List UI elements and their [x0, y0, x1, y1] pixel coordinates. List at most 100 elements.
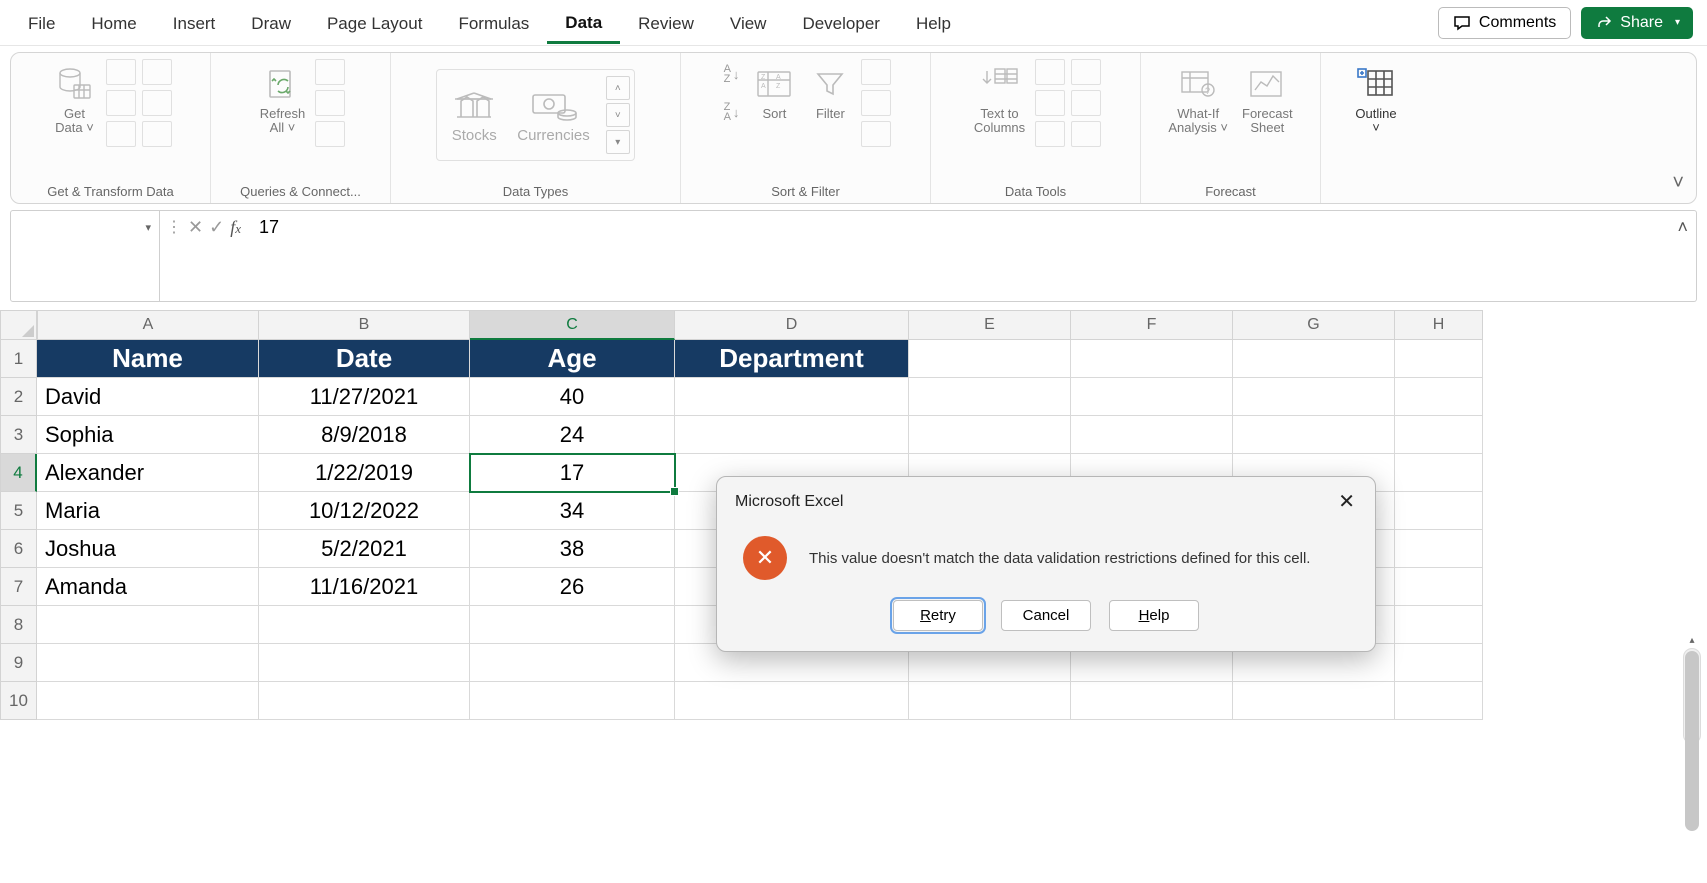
- cell-F2[interactable]: [1071, 378, 1233, 416]
- row-header-2[interactable]: 2: [0, 378, 37, 416]
- tab-page-layout[interactable]: Page Layout: [309, 4, 440, 42]
- cell-D2[interactable]: [675, 378, 909, 416]
- cell-C4[interactable]: 17: [470, 454, 675, 492]
- cell-C3[interactable]: 24: [470, 416, 675, 454]
- tab-review[interactable]: Review: [620, 4, 712, 42]
- cell-G2[interactable]: [1233, 378, 1395, 416]
- tab-help[interactable]: Help: [898, 4, 969, 42]
- column-header-B[interactable]: B: [259, 310, 470, 340]
- cell-F3[interactable]: [1071, 416, 1233, 454]
- cell-H1[interactable]: [1395, 340, 1483, 378]
- fill-handle[interactable]: [670, 487, 679, 496]
- cell-C5[interactable]: 34: [470, 492, 675, 530]
- tab-data[interactable]: Data: [547, 3, 620, 44]
- cell-E10[interactable]: [909, 682, 1071, 720]
- tab-home[interactable]: Home: [73, 4, 154, 42]
- whatif-button[interactable]: ? What-If Analysis ˅: [1164, 59, 1232, 140]
- cancel-button[interactable]: Cancel: [1001, 600, 1091, 631]
- cell-C6[interactable]: 38: [470, 530, 675, 568]
- reapply-icon[interactable]: [861, 90, 891, 116]
- cell-C9[interactable]: [470, 644, 675, 682]
- scrollbar-thumb[interactable]: [1685, 651, 1699, 831]
- sort-asc-button[interactable]: AZ↓: [724, 65, 740, 85]
- existing-conn-icon[interactable]: [142, 121, 172, 147]
- vertical-scrollbar[interactable]: ▴: [1683, 648, 1701, 744]
- cell-C10[interactable]: [470, 682, 675, 720]
- cell-C7[interactable]: 26: [470, 568, 675, 606]
- dialog-close-button[interactable]: ✕: [1332, 487, 1361, 516]
- cell-A4[interactable]: Alexander: [37, 454, 259, 492]
- column-header-H[interactable]: H: [1395, 310, 1483, 340]
- cell-D3[interactable]: [675, 416, 909, 454]
- cell-B9[interactable]: [259, 644, 470, 682]
- outline-button[interactable]: Outline ˅: [1351, 59, 1401, 140]
- row-header-1[interactable]: 1: [0, 340, 37, 378]
- cell-G10[interactable]: [1233, 682, 1395, 720]
- formula-input[interactable]: 17 ˄: [247, 210, 1697, 302]
- cell-A5[interactable]: Maria: [37, 492, 259, 530]
- cell-A10[interactable]: [37, 682, 259, 720]
- sort-button[interactable]: ZAAZ Sort: [749, 59, 799, 125]
- cell-D1[interactable]: Department: [675, 340, 909, 378]
- properties-icon[interactable]: [315, 90, 345, 116]
- cell-F10[interactable]: [1071, 682, 1233, 720]
- from-text-icon[interactable]: [106, 59, 136, 85]
- comments-button[interactable]: Comments: [1438, 7, 1571, 39]
- cell-A3[interactable]: Sophia: [37, 416, 259, 454]
- cell-B4[interactable]: 1/22/2019: [259, 454, 470, 492]
- cell-H5[interactable]: [1395, 492, 1483, 530]
- cell-H7[interactable]: [1395, 568, 1483, 606]
- remove-dup-icon[interactable]: [1035, 90, 1065, 116]
- queries-conn-icon[interactable]: [315, 59, 345, 85]
- sort-desc-button[interactable]: ZA↓: [724, 103, 740, 123]
- edit-links-icon[interactable]: [315, 121, 345, 147]
- cell-F1[interactable]: [1071, 340, 1233, 378]
- tab-view[interactable]: View: [712, 4, 785, 42]
- from-picture-icon[interactable]: [142, 59, 172, 85]
- row-header-7[interactable]: 7: [0, 568, 37, 606]
- advanced-filter-icon[interactable]: [861, 121, 891, 147]
- consolidate-icon[interactable]: [1071, 59, 1101, 85]
- cell-B7[interactable]: 11/16/2021: [259, 568, 470, 606]
- cell-H3[interactable]: [1395, 416, 1483, 454]
- row-header-6[interactable]: 6: [0, 530, 37, 568]
- cell-A8[interactable]: [37, 606, 259, 644]
- cell-A7[interactable]: Amanda: [37, 568, 259, 606]
- share-button[interactable]: Share ▾: [1581, 7, 1693, 39]
- cell-B8[interactable]: [259, 606, 470, 644]
- from-table-icon[interactable]: [106, 121, 136, 147]
- cell-B2[interactable]: 11/27/2021: [259, 378, 470, 416]
- row-header-10[interactable]: 10: [0, 682, 37, 720]
- from-web-icon[interactable]: [106, 90, 136, 116]
- tab-insert[interactable]: Insert: [155, 4, 234, 42]
- cell-A1[interactable]: Name: [37, 340, 259, 378]
- fx-icon[interactable]: fx: [230, 217, 241, 238]
- row-header-9[interactable]: 9: [0, 644, 37, 682]
- cell-E1[interactable]: [909, 340, 1071, 378]
- cell-H9[interactable]: [1395, 644, 1483, 682]
- tab-draw[interactable]: Draw: [233, 4, 309, 42]
- tab-file[interactable]: File: [20, 4, 73, 42]
- filter-button[interactable]: Filter: [805, 59, 855, 125]
- cell-E2[interactable]: [909, 378, 1071, 416]
- cell-H6[interactable]: [1395, 530, 1483, 568]
- refresh-all-button[interactable]: Refresh All ˅: [256, 59, 310, 140]
- cell-B1[interactable]: Date: [259, 340, 470, 378]
- retry-button[interactable]: Retry: [893, 600, 983, 631]
- cell-C2[interactable]: 40: [470, 378, 675, 416]
- cell-B6[interactable]: 5/2/2021: [259, 530, 470, 568]
- cell-H10[interactable]: [1395, 682, 1483, 720]
- cell-E3[interactable]: [909, 416, 1071, 454]
- tab-formulas[interactable]: Formulas: [440, 4, 547, 42]
- get-data-button[interactable]: Get Data ˅: [50, 59, 100, 140]
- column-header-A[interactable]: A: [37, 310, 259, 340]
- column-header-C[interactable]: C: [470, 310, 675, 340]
- cell-G1[interactable]: [1233, 340, 1395, 378]
- tab-developer[interactable]: Developer: [784, 4, 898, 42]
- currencies-button[interactable]: Currencies: [507, 83, 600, 148]
- cell-A9[interactable]: [37, 644, 259, 682]
- name-box[interactable]: ▾: [10, 210, 160, 302]
- datatypes-scroll[interactable]: ˄˅▾: [606, 76, 630, 154]
- cell-H2[interactable]: [1395, 378, 1483, 416]
- cell-B10[interactable]: [259, 682, 470, 720]
